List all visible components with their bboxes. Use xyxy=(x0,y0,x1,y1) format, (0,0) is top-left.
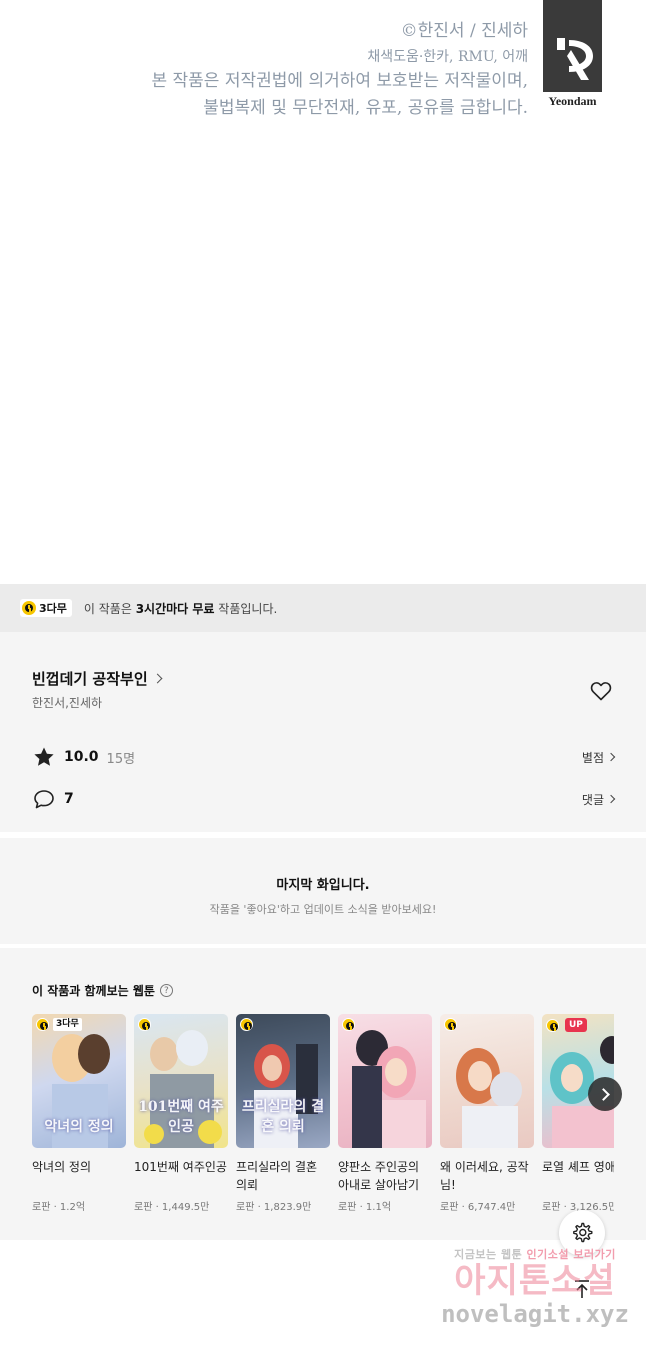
reco-meta: 로판 · 1.1억 xyxy=(338,1202,392,1213)
clock-icon xyxy=(36,1018,49,1031)
reco-title: 양판소 주인공의 아내로 살아남기 xyxy=(338,1160,420,1192)
reco-badge xyxy=(240,1018,256,1031)
reco-meta: 로판 · 1,449.5만 xyxy=(134,1202,210,1213)
reco-badge: 3다무 xyxy=(36,1018,82,1031)
arrow-up-icon xyxy=(575,1280,589,1298)
watermark-site-name: 아지톤소설 xyxy=(454,1261,616,1301)
reco-title: 101번째 여주인공 xyxy=(134,1160,227,1174)
watermark-tagline-b: 인기소설 xyxy=(526,1248,570,1261)
up-badge: UP xyxy=(565,1018,587,1032)
settings-button[interactable] xyxy=(559,1210,605,1256)
free-text-bold: 3시간마다 무료 xyxy=(135,601,215,616)
rating-count: 15명 xyxy=(106,751,136,767)
free-badge: 3다무 xyxy=(20,599,72,617)
work-author: 한진서,진세하 xyxy=(32,696,103,710)
reco-thumbnail-logo: 악녀의 정의 xyxy=(44,1119,114,1135)
last-episode-notice: 마지막 화입니다. 작품을 '좋아요'하고 업데이트 소식을 받아보세요! xyxy=(0,838,646,944)
reco-badge xyxy=(138,1018,154,1031)
reco-thumbnail-logo: 프리실라의 결혼 의뢰 xyxy=(241,1099,325,1135)
reco-meta: 로판 · 6,747.4만 xyxy=(440,1202,516,1213)
clock-icon xyxy=(444,1018,457,1031)
comment-count: 7 xyxy=(64,791,74,807)
color-assist-credit: 채색도움·한카, RMU, 어깨 xyxy=(367,49,528,65)
reco-meta: 로판 · 1.2억 xyxy=(32,1202,86,1213)
reco-card[interactable]: 프리실라의 결혼 의뢰 프리실라의 결혼 의뢰 로판 · 1,823.9만 xyxy=(236,1014,330,1213)
watermark-site-url: novelagit.xyz xyxy=(441,1300,629,1328)
recommendations-carousel: 3다무 악녀의 정의 악녀의 정의 로판 · 1.2억 101번째 여주인공 1… xyxy=(32,1014,614,1224)
publisher-logo: Yeondam xyxy=(543,0,602,108)
reco-title: 왜 이러세요, 공작님! xyxy=(440,1160,529,1192)
last-episode-subtitle: 작품을 '좋아요'하고 업데이트 소식을 받아보세요! xyxy=(209,903,437,916)
copyright-notice-line1: 본 작품은 저작권법에 의거하여 보호받는 저작물이며, xyxy=(151,71,528,91)
reco-meta: 로판 · 1,823.9만 xyxy=(236,1202,312,1213)
reco-badge xyxy=(342,1018,358,1031)
clock-icon xyxy=(342,1018,355,1031)
carousel-next-button[interactable] xyxy=(588,1077,622,1111)
copyright-section: ©한진서 / 진세하 채색도움·한카, RMU, 어깨 본 작품은 저작권법에 … xyxy=(0,0,646,584)
reco-card[interactable]: UP 로열 셰프 영애 로판 · 3,126.5만 xyxy=(542,1014,614,1213)
like-button[interactable] xyxy=(589,679,613,703)
clock-icon xyxy=(240,1018,253,1031)
recommendations-title: 이 작품과 함께보는 웹툰 ? xyxy=(32,982,173,999)
copyright-text: ©한진서 / 진세하 채색도움·한카, RMU, 어깨 본 작품은 저작권법에 … xyxy=(151,18,528,122)
rating-row: 10.0 15명 별점 xyxy=(32,744,616,770)
comment-icon xyxy=(34,790,54,809)
reco-thumbnail: 3다무 악녀의 정의 xyxy=(32,1014,126,1148)
publisher-logo-word: Yeondam xyxy=(548,94,597,108)
clock-icon xyxy=(546,1018,559,1032)
reco-badge: UP xyxy=(546,1018,587,1032)
work-info-panel: 빈껍데기 공작부인 한진서,진세하 10.0 15명 별점 7 댓글 xyxy=(0,632,646,832)
reco-thumbnail: 프리실라의 결혼 의뢰 xyxy=(236,1014,330,1148)
reco-badge-label: 3다무 xyxy=(53,1018,82,1031)
free-every-3h-banner: 3다무 이 작품은 3시간마다 무료 작품입니다. xyxy=(0,584,646,632)
chevron-right-icon xyxy=(606,752,616,762)
clock-icon xyxy=(22,601,36,615)
free-text-suffix: 작품입니다. xyxy=(214,601,278,616)
copyright-notice-line2: 불법복제 및 무단전재, 유포, 공유를 금합니다. xyxy=(203,98,528,118)
free-text-prefix: 이 작품은 xyxy=(83,601,136,616)
work-title-link[interactable]: 빈껍데기 공작부인 xyxy=(32,668,163,689)
recommendations-section: 이 작품과 함께보는 웹툰 ? 3다무 악녀의 정의 악녀의 정의 로판 · 1… xyxy=(0,948,646,1240)
reco-thumbnail-art xyxy=(440,1014,534,1148)
help-icon[interactable]: ? xyxy=(159,984,173,997)
publisher-logo-mark xyxy=(543,0,602,92)
reco-thumbnail-logo: 101번째 여주인공 xyxy=(138,1099,224,1135)
rating-link-label: 별점 xyxy=(581,750,604,765)
comment-row: 7 댓글 xyxy=(32,786,616,812)
free-badge-label: 3다무 xyxy=(39,602,67,615)
reco-card[interactable]: 왜 이러세요, 공작님! 로판 · 6,747.4만 xyxy=(440,1014,534,1213)
watermark-tagline: 지금보는 웹툰 인기소설 보러가기 xyxy=(430,1246,640,1262)
reco-title: 로열 셰프 영애 xyxy=(542,1160,614,1174)
reco-card[interactable]: 양판소 주인공의 아내로 살아남기 로판 · 1.1억 xyxy=(338,1014,432,1213)
work-title: 빈껍데기 공작부인 xyxy=(32,670,148,688)
reco-thumbnail xyxy=(338,1014,432,1148)
gear-icon xyxy=(573,1222,593,1243)
star-icon xyxy=(34,747,54,766)
reco-card[interactable]: 101번째 여주인공 101번째 여주인공 로판 · 1,449.5만 xyxy=(134,1014,228,1213)
reco-badge xyxy=(444,1018,460,1031)
reco-card[interactable]: 3다무 악녀의 정의 악녀의 정의 로판 · 1.2억 xyxy=(32,1014,126,1213)
chevron-right-icon xyxy=(606,794,616,804)
rating-link[interactable]: 별점 xyxy=(581,749,616,766)
heart-icon xyxy=(590,682,612,701)
reco-thumbnail-art xyxy=(338,1014,432,1148)
reco-title: 프리실라의 결혼 의뢰 xyxy=(236,1160,318,1192)
clock-icon xyxy=(138,1018,151,1031)
chevron-right-icon xyxy=(152,673,163,684)
comment-link-label: 댓글 xyxy=(581,792,604,807)
chevron-right-icon xyxy=(596,1087,610,1101)
last-episode-title: 마지막 화입니다. xyxy=(276,878,370,893)
reco-thumbnail: 101번째 여주인공 xyxy=(134,1014,228,1148)
free-banner-text: 이 작품은 3시간마다 무료 작품입니다. xyxy=(84,600,277,617)
rating-value: 10.0 xyxy=(64,749,99,765)
scroll-top-button[interactable] xyxy=(559,1266,605,1312)
site-watermark: 지금보는 웹툰 인기소설 보러가기 아지톤소설 novelagit.xyz xyxy=(430,1246,640,1328)
watermark-tagline-a: 지금보는 웹툰 xyxy=(454,1248,523,1261)
recommendations-title-text: 이 작품과 함께보는 웹툰 xyxy=(32,984,155,998)
reco-title: 악녀의 정의 xyxy=(32,1160,92,1174)
reco-thumbnail xyxy=(440,1014,534,1148)
recommendations-track: 3다무 악녀의 정의 악녀의 정의 로판 · 1.2억 101번째 여주인공 1… xyxy=(32,1014,614,1213)
comment-link[interactable]: 댓글 xyxy=(581,791,616,808)
copyright-holders: ©한진서 / 진세하 xyxy=(400,21,528,41)
